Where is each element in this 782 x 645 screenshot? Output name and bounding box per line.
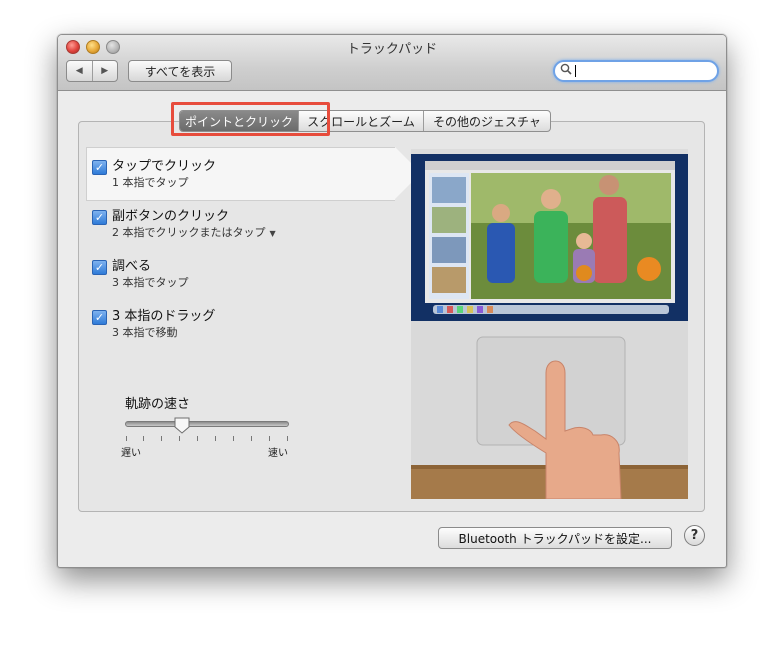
slider-tick bbox=[143, 436, 144, 441]
tracking-speed-slider-knob[interactable] bbox=[174, 417, 190, 434]
title-bar: トラックパッド ◀ ▶ すべてを表示 bbox=[58, 35, 726, 91]
slider-tick bbox=[269, 436, 270, 441]
back-forward-control: ◀ ▶ bbox=[66, 60, 118, 82]
slider-max-label: 速い bbox=[268, 448, 288, 459]
checkbox-look-up[interactable]: ✓ bbox=[92, 260, 107, 275]
slider-tick bbox=[179, 436, 180, 441]
slider-tick bbox=[287, 436, 288, 441]
option-subtitle: 3 本指でタップ bbox=[112, 276, 189, 289]
help-icon: ? bbox=[690, 528, 699, 543]
slider-min-label: 遅い bbox=[121, 448, 141, 459]
slider-tick bbox=[215, 436, 216, 441]
slider-tick bbox=[251, 436, 252, 441]
checkbox-secondary-click[interactable]: ✓ bbox=[92, 210, 107, 225]
slider-tick bbox=[161, 436, 162, 441]
show-all-button[interactable]: すべてを表示 bbox=[128, 60, 232, 82]
slider-tick bbox=[197, 436, 198, 441]
option-subtitle: 3 本指で移動 bbox=[112, 326, 178, 339]
help-button[interactable]: ? bbox=[684, 525, 705, 546]
search-field[interactable] bbox=[553, 60, 719, 82]
option-subtitle-dropdown[interactable]: 2 本指でクリックまたはタップ ▼ bbox=[112, 224, 276, 240]
preview-screen-image bbox=[411, 149, 688, 321]
option-subtitle-text: 2 本指でクリックまたはタップ bbox=[112, 226, 266, 239]
forward-button[interactable]: ▶ bbox=[91, 61, 118, 81]
preview-trackpad-image bbox=[411, 321, 688, 499]
gesture-preview-video bbox=[411, 149, 688, 499]
back-button[interactable]: ◀ bbox=[67, 61, 92, 81]
highlight-box bbox=[171, 102, 330, 136]
option-title: 3 本指のドラッグ bbox=[112, 309, 216, 324]
window-title: トラックパッド bbox=[346, 42, 438, 57]
tracking-speed-slider-track[interactable] bbox=[125, 421, 289, 427]
tab-more-gestures[interactable]: その他のジェスチャ bbox=[423, 111, 550, 131]
preferences-window: トラックパッド ◀ ▶ すべてを表示 ポイントとクリック スクロールとズーム そ… bbox=[57, 34, 727, 568]
checkbox-tap-to-click[interactable]: ✓ bbox=[92, 160, 107, 175]
option-title: 副ボタンのクリック bbox=[112, 209, 230, 224]
option-subtitle: 1 本指でタップ bbox=[112, 176, 189, 189]
search-icon bbox=[560, 63, 572, 78]
option-title: 調べる bbox=[112, 259, 152, 274]
setup-bluetooth-trackpad-button[interactable]: Bluetooth トラックパッドを設定... bbox=[438, 527, 672, 549]
back-arrow-icon: ◀ bbox=[75, 66, 83, 76]
text-caret bbox=[575, 65, 576, 77]
forward-arrow-icon: ▶ bbox=[101, 66, 109, 76]
slider-tick bbox=[126, 436, 127, 441]
tracking-speed-label: 軌跡の速さ bbox=[125, 397, 191, 412]
dropdown-triangle-icon[interactable]: ▼ bbox=[270, 229, 276, 238]
checkbox-three-finger-drag[interactable]: ✓ bbox=[92, 310, 107, 325]
option-title: タップでクリック bbox=[112, 159, 217, 174]
slider-tick bbox=[233, 436, 234, 441]
